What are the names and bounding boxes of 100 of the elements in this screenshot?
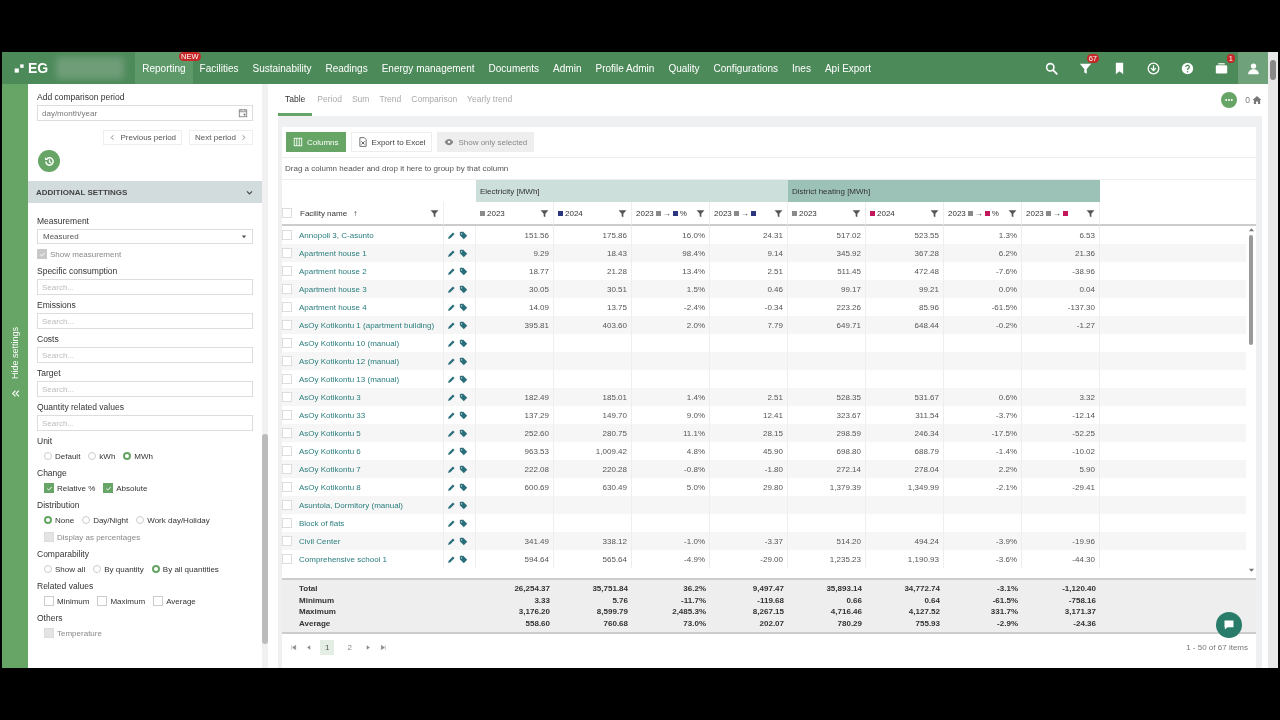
scrollbar[interactable] [1268, 52, 1278, 668]
row-checkbox[interactable] [282, 500, 292, 510]
tag-icon [459, 428, 468, 438]
checkbox[interactable] [97, 596, 108, 606]
row-checkbox[interactable] [282, 302, 292, 312]
radio-button[interactable] [82, 516, 91, 524]
field-label: Target [37, 368, 62, 378]
checkbox[interactable] [103, 483, 114, 493]
table-cell: 137.29 [524, 410, 549, 420]
table-cell: 13.75 [606, 302, 627, 312]
settings-toggle[interactable]: Hide settings [2, 84, 28, 668]
nav-item[interactable]: Quality [661, 52, 707, 84]
checkbox[interactable] [44, 483, 54, 493]
table-cell: 1,349.99 [907, 482, 939, 492]
scrollbar[interactable] [262, 84, 268, 668]
table-row[interactable]: AsOy Kotikontu 3 182.49 185.01 1.4% 2.51 528.35 531.67 0.6% 3.32 [282, 388, 1246, 406]
nav-item[interactable]: Ines [785, 52, 818, 84]
table-cell: 0.04 [1079, 284, 1095, 294]
table-cell: 341.49 [524, 536, 549, 546]
table-cell: -61.5% [991, 302, 1017, 312]
table-row[interactable]: Asuntola, Dormitory (manual) [282, 496, 1246, 514]
radio-button[interactable] [44, 516, 52, 524]
section-header[interactable]: ADDITIONAL SETTINGS [28, 181, 262, 203]
nav-item[interactable]: Configurations [706, 52, 785, 84]
history-button[interactable] [38, 150, 60, 172]
summary-cell: -3.1% [997, 584, 1018, 594]
user-button[interactable] [1238, 52, 1268, 84]
row-checkbox[interactable] [282, 356, 292, 366]
row-checkbox[interactable] [282, 428, 292, 438]
radio-button[interactable] [93, 565, 102, 573]
facility-link[interactable]: Apartment house 1 [299, 248, 367, 258]
facility-link[interactable]: AsOy Kotikontu 1 (apartment building) [299, 320, 435, 330]
row-checkbox[interactable] [282, 464, 292, 474]
nav-item[interactable]: Profile Admin [588, 52, 662, 84]
table-row[interactable]: AsOy Kotikontu 5 252.60 280.75 11.1% 28.15 298.59 246.34 -17.5% -52.25 [282, 424, 1246, 442]
next-period-button[interactable]: Next period [189, 130, 253, 145]
row-checkbox[interactable] [282, 230, 292, 240]
nav-item[interactable]: Readings [318, 52, 375, 84]
nav-item[interactable]: Sustainability [245, 52, 319, 84]
row-checkbox[interactable] [282, 482, 292, 492]
select-all-checkbox[interactable] [282, 208, 292, 218]
row-checkbox[interactable] [282, 320, 292, 330]
facility-link[interactable]: Asuntola, Dormitory (manual) [299, 500, 404, 510]
radio-button[interactable] [123, 452, 132, 460]
row-checkbox[interactable] [282, 392, 292, 402]
facility-link[interactable]: Apartment house 3 [299, 284, 367, 294]
checkbox[interactable] [44, 596, 54, 606]
nav-item[interactable]: Api Export [817, 52, 879, 84]
row-checkbox[interactable] [282, 284, 292, 294]
row-checkbox[interactable] [282, 374, 292, 384]
facility-link[interactable]: AsOy Kotikontu 13 (manual) [299, 374, 400, 384]
radio-button[interactable] [151, 565, 160, 573]
radio-button[interactable] [44, 565, 52, 573]
table-cell: 1.4% [686, 392, 705, 402]
nav-item[interactable]: Energy management [374, 52, 482, 84]
page-button[interactable]: 2 [342, 640, 357, 655]
facility-link[interactable]: AsOy Kotikontu 10 (manual) [299, 338, 400, 348]
radio-button[interactable] [136, 516, 145, 524]
row-checkbox[interactable] [282, 554, 292, 564]
row-checkbox[interactable] [282, 266, 292, 276]
excel-button[interactable]: Export to Excel [350, 132, 433, 152]
facility-link[interactable]: AsOy Kotikontu 6 [299, 446, 361, 456]
facility-link[interactable]: Civil Center [299, 536, 341, 546]
radio-label: MWh [134, 451, 154, 461]
nav-item[interactable]: Admin [546, 52, 589, 84]
row-checkbox[interactable] [282, 518, 292, 528]
facility-link[interactable]: AsOy Kotikontu 3 [299, 392, 361, 402]
table-row[interactable]: Apartment house 1 9.29 18.43 98.4% 9.14 345.92 367.28 6.2% 21.36 [282, 244, 1246, 262]
row-checkbox[interactable] [282, 338, 292, 348]
row-checkbox[interactable] [282, 536, 292, 546]
page-button[interactable]: 1 [320, 640, 335, 655]
table-cell: 2.0% [686, 320, 705, 330]
facility-link[interactable]: AsOy Kotikontu 5 [299, 428, 361, 438]
more-button[interactable] [1221, 92, 1238, 108]
facility-link[interactable]: AsOy Kotikontu 33 [299, 410, 366, 420]
facility-link[interactable]: AsOy Kotikontu 12 (manual) [299, 356, 400, 366]
row-checkbox[interactable] [282, 410, 292, 420]
facility-link[interactable]: AsOy Kotikontu 8 [299, 482, 361, 492]
facility-link[interactable]: Annopoli 3, C-asunto [299, 230, 374, 240]
table-row[interactable]: AsOy Kotikontu 7 222.08 220.28 -0.8% -1.80 272.14 278.04 2.2% 5.90 [282, 460, 1246, 478]
previous-period-button[interactable]: Previous period [103, 130, 183, 145]
columns-button[interactable]: Columns [286, 132, 346, 152]
measurement-dropdown[interactable]: Measured [37, 229, 253, 244]
facility-link[interactable]: Block of flats [299, 518, 345, 528]
table-row[interactable]: AsOy Kotikontu 12 (manual) [282, 352, 1246, 370]
facility-link[interactable]: Apartment house 2 [299, 266, 367, 276]
radio-button[interactable] [88, 452, 97, 460]
table-row[interactable]: Civil Center 341.49 338.12 -1.0% -3.37 514.20 494.24 -3.9% -19.96 [282, 532, 1246, 550]
date-field[interactable]: day/month/year [37, 105, 253, 121]
table-row[interactable]: Apartment house 3 30.05 30.51 1.5% 0.46 99.17 99.21 0.0% 0.04 [282, 280, 1246, 298]
facility-link[interactable]: AsOy Kotikontu 7 [299, 464, 361, 474]
checkbox[interactable] [153, 596, 164, 606]
facility-link[interactable]: Comprehensive school 1 [299, 554, 388, 564]
table-row[interactable]: AsOy Kotikontu 1 (apartment building) 395.81 403.60 2.0% 7.79 649.71 648.44 -0.2% -1.27 [282, 316, 1246, 334]
facility-link[interactable]: Apartment house 4 [299, 302, 367, 312]
radio-button[interactable] [44, 452, 52, 460]
row-checkbox[interactable] [282, 248, 292, 258]
nav-item[interactable]: Documents [481, 52, 547, 84]
table-cell: 9.29 [533, 248, 549, 258]
row-checkbox[interactable] [282, 446, 292, 456]
